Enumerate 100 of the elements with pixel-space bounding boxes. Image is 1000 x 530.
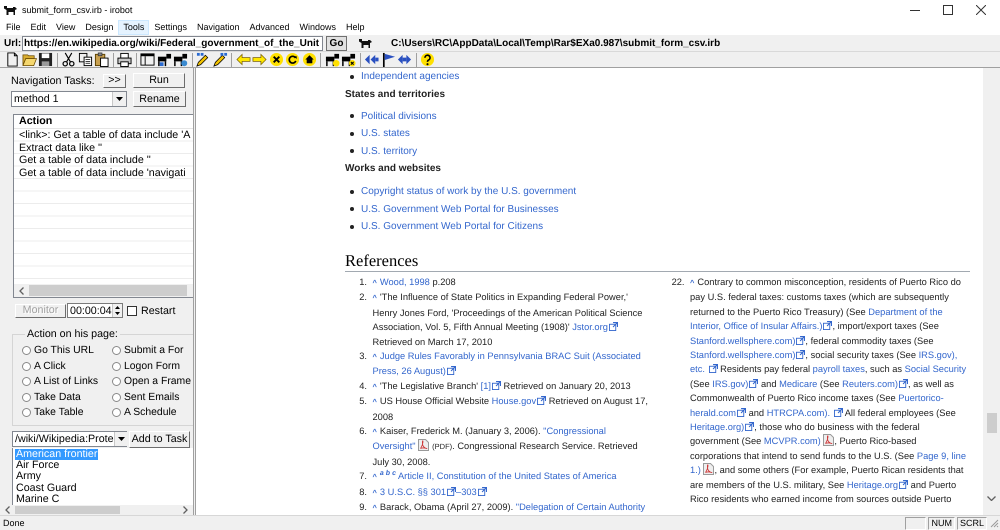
scrollbar-thumb[interactable] bbox=[15, 506, 120, 514]
open-folder-icon[interactable] bbox=[22, 52, 36, 67]
reference-link[interactable]: [1] bbox=[480, 380, 491, 391]
chevron-left-icon[interactable] bbox=[19, 286, 24, 294]
footnote-letter-link[interactable]: b bbox=[386, 470, 390, 478]
menu-item[interactable]: Navigation bbox=[192, 20, 244, 35]
link-item[interactable]: American frontier bbox=[15, 448, 98, 460]
pencil-icon[interactable] bbox=[196, 52, 211, 67]
help-icon[interactable] bbox=[420, 52, 435, 67]
interval-field[interactable]: 00:00:04 bbox=[67, 303, 123, 318]
reference-link[interactable]: Press, 26 August) bbox=[372, 366, 446, 376]
external-link-icon[interactable] bbox=[749, 378, 758, 388]
reference-link[interactable]: Jstor.org bbox=[572, 322, 608, 332]
menu-item[interactable]: Help bbox=[341, 20, 370, 35]
reference-link[interactable]: Stanford.wellsphere.com) bbox=[690, 350, 796, 360]
reference-link[interactable]: House.gov bbox=[492, 396, 536, 406]
reference-link[interactable]: IRS.gov), bbox=[918, 350, 958, 360]
radio-button[interactable] bbox=[112, 392, 121, 402]
external-link-icon[interactable] bbox=[447, 486, 456, 496]
reference-link[interactable]: Reuters.com) bbox=[842, 378, 898, 389]
radio-label[interactable]: Logon Form bbox=[124, 360, 180, 372]
page-link[interactable]: Copyright status of work by the U.S. government bbox=[361, 186, 576, 198]
external-link-icon[interactable] bbox=[899, 480, 908, 489]
page-link[interactable]: Political divisions bbox=[361, 110, 437, 122]
menu-item[interactable]: Windows bbox=[294, 20, 342, 35]
chevron-left-icon[interactable] bbox=[5, 506, 10, 514]
action-row[interactable]: Get a table of data include '' bbox=[14, 154, 193, 166]
reference-link[interactable]: Oversight" bbox=[372, 441, 418, 452]
radio-button[interactable] bbox=[112, 362, 121, 371]
menu-item[interactable]: Settings bbox=[149, 20, 192, 35]
forward-arrow-icon[interactable] bbox=[252, 52, 267, 67]
external-link-icon[interactable] bbox=[796, 350, 806, 360]
menu-item[interactable]: Tools bbox=[118, 20, 150, 35]
save-icon[interactable] bbox=[38, 52, 53, 67]
radio-label[interactable]: A Schedule bbox=[124, 407, 177, 418]
reference-link[interactable]: payroll taxes bbox=[812, 364, 865, 374]
external-link-icon[interactable] bbox=[478, 486, 487, 496]
radio-label[interactable]: A Click bbox=[34, 360, 66, 372]
dog-icon[interactable] bbox=[173, 52, 188, 67]
reference-link[interactable]: etc. bbox=[690, 364, 708, 374]
page-link[interactable]: U.S. states bbox=[361, 128, 410, 140]
external-link-icon[interactable] bbox=[745, 422, 754, 432]
link-dropdown[interactable]: /wiki/Wikipedia:Prote bbox=[12, 431, 127, 447]
reference-link[interactable]: HTRCPA.com). bbox=[766, 408, 833, 418]
add-to-task-button[interactable]: Add to Task bbox=[129, 430, 190, 448]
footnote-letter-link[interactable]: c bbox=[392, 470, 396, 478]
radio-button[interactable] bbox=[112, 408, 121, 418]
reference-link[interactable]: Puertorico- bbox=[898, 393, 944, 404]
external-link-icon[interactable] bbox=[708, 364, 718, 374]
double-arrow-left-icon[interactable] bbox=[364, 52, 379, 67]
dog-icon[interactable] bbox=[324, 52, 340, 67]
chevron-down-icon[interactable] bbox=[987, 496, 996, 501]
reference-link[interactable]: IRS.gov) bbox=[712, 378, 748, 389]
reference-link[interactable]: Department of the bbox=[868, 306, 943, 317]
page-link[interactable]: U.S. Government Web Portal for Citizens bbox=[361, 221, 544, 232]
reference-link[interactable]: Interior, Office of Insular Affairs.) bbox=[690, 321, 822, 332]
menu-item[interactable]: Advanced bbox=[244, 20, 295, 35]
window-layout-icon[interactable] bbox=[140, 52, 155, 67]
home-icon[interactable] bbox=[302, 52, 316, 67]
dropdown-arrow-icon[interactable] bbox=[118, 437, 125, 441]
scrollbar-thumb[interactable] bbox=[29, 285, 187, 296]
cut-icon[interactable] bbox=[61, 52, 76, 67]
menu-item[interactable]: Edit bbox=[26, 20, 52, 35]
horizontal-scrollbar[interactable] bbox=[14, 284, 193, 297]
spin-down-icon[interactable] bbox=[115, 312, 120, 316]
radio-label[interactable]: Take Data bbox=[34, 392, 81, 403]
page-link[interactable]: Independent agencies bbox=[361, 71, 460, 82]
link-item[interactable]: Marine C bbox=[15, 494, 60, 505]
dog-icon[interactable] bbox=[156, 52, 172, 67]
external-link-icon[interactable] bbox=[446, 366, 456, 376]
radio-button[interactable] bbox=[22, 362, 31, 371]
expand-button[interactable]: >> bbox=[103, 74, 126, 88]
pencil-icon[interactable] bbox=[212, 52, 228, 67]
radio-button[interactable] bbox=[112, 346, 121, 356]
footnote-letter-link[interactable]: a bbox=[380, 470, 384, 478]
checkbox-label[interactable]: Restart bbox=[141, 304, 176, 316]
external-link-icon[interactable] bbox=[492, 380, 501, 390]
external-link-icon[interactable] bbox=[608, 322, 618, 332]
link-item[interactable]: Coast Guard bbox=[15, 482, 78, 494]
external-link-icon[interactable] bbox=[537, 396, 546, 406]
radio-button[interactable] bbox=[112, 377, 121, 386]
radio-label[interactable]: A List of Links bbox=[34, 376, 98, 388]
reference-link[interactable]: –303 bbox=[456, 486, 477, 497]
radio-label[interactable]: Sent Emails bbox=[124, 392, 180, 403]
external-link-icon[interactable] bbox=[737, 408, 746, 417]
external-link-icon[interactable] bbox=[834, 408, 843, 417]
menu-item[interactable]: File bbox=[1, 20, 26, 35]
radio-button[interactable] bbox=[22, 346, 31, 356]
reference-link[interactable]: Stanford.wellsphere.com) bbox=[690, 336, 796, 346]
reference-link[interactable]: Article II, Constitution of the United States of America bbox=[398, 471, 617, 482]
menu-item[interactable]: Design bbox=[80, 20, 118, 35]
reference-link[interactable]: 3 U.S.C. §§ 301 bbox=[380, 486, 446, 497]
column-header[interactable]: Action bbox=[14, 115, 193, 129]
new-file-icon[interactable] bbox=[5, 52, 20, 67]
reference-link[interactable]: Heritage.org) bbox=[690, 422, 744, 432]
spin-up-icon[interactable] bbox=[115, 306, 120, 309]
external-link-icon[interactable] bbox=[823, 321, 832, 330]
reference-link[interactable]: "Congressional bbox=[543, 426, 606, 436]
print-icon[interactable] bbox=[117, 52, 132, 67]
page-link[interactable]: U.S. Government Web Portal for Businesses bbox=[361, 204, 559, 215]
